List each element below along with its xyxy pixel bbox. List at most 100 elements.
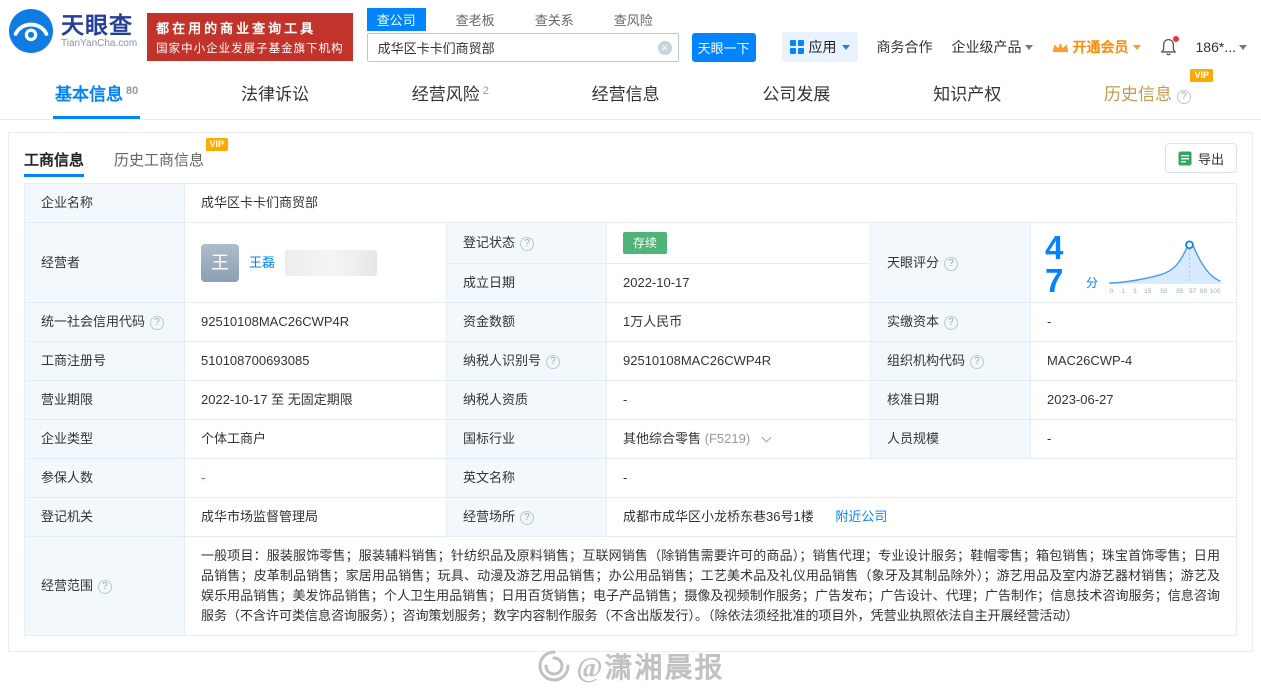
clear-icon[interactable]: [657, 41, 672, 55]
uscc-label: 统一社会信用代码: [24, 302, 185, 342]
tab-operation-info-label: 经营信息: [591, 85, 660, 104]
search-input[interactable]: [366, 33, 679, 62]
org-code-value: MAC26CWP-4: [1030, 341, 1237, 381]
tab-company-development[interactable]: 公司发展: [760, 76, 832, 119]
established-date-value: 2022-10-17: [606, 263, 871, 303]
company-name-label: 企业名称: [24, 183, 185, 223]
score-distribution-chart: 0 1 3 15 50 85 97 99 100: [1109, 239, 1223, 294]
expand-chevron-icon[interactable]: [761, 432, 772, 443]
tab-basic-info[interactable]: 基本信息 80: [53, 76, 141, 119]
chevron-down-icon: [1239, 45, 1247, 54]
subtab-business-registration[interactable]: 工商信息: [24, 134, 85, 182]
nav-apps[interactable]: 应用: [781, 32, 858, 62]
business-address-label: 经营场所: [446, 497, 607, 537]
subtab-history-registration[interactable]: 历史工商信息 VIP: [114, 134, 229, 182]
nav-account-label: 186*...: [1195, 39, 1236, 55]
company-type-value: 个体工商户: [184, 419, 447, 459]
watermark: @潇湘晨报: [536, 646, 724, 686]
staff-size-label: 人员规模: [870, 419, 1031, 459]
industry-value: 其他综合零售 (F5219): [606, 419, 871, 459]
help-icon[interactable]: [970, 355, 985, 369]
help-icon[interactable]: [546, 355, 561, 369]
tianyan-score-cell[interactable]: 47 分 0 1 3 15 50 85 97 99 100: [1030, 222, 1237, 303]
tab-history-info-label: 历史信息: [1103, 85, 1172, 104]
table-row: 经营范围 一般项目：服装服饰零售；服装辅料销售；针纺织品及原料销售；互联网销售（…: [24, 536, 1237, 636]
nav-open-vip[interactable]: 开通会员: [1052, 37, 1141, 57]
redacted-blur: [285, 249, 378, 276]
paid-capital-value: -: [1030, 302, 1237, 342]
tab-legal-litigation[interactable]: 法律诉讼: [239, 76, 311, 119]
business-term-value: 2022-10-17 至 无固定期限: [184, 380, 447, 420]
industry-code: (F5219): [704, 431, 751, 446]
operator-avatar[interactable]: 王: [201, 243, 239, 282]
nearby-companies-link[interactable]: 附近公司: [835, 509, 887, 524]
registration-authority-value: 成华市场监督管理局: [184, 497, 447, 537]
help-icon[interactable]: [98, 580, 113, 594]
search-tab-boss[interactable]: 查老板: [446, 8, 505, 31]
slogan-banner: 都在用的商业查询工具 国家中小企业发展子基金旗下机构: [147, 13, 353, 61]
tab-intellectual-property[interactable]: 知识产权: [931, 76, 1003, 119]
help-icon[interactable]: [150, 316, 165, 330]
search-button[interactable]: 天眼一下: [691, 33, 756, 62]
help-icon[interactable]: [1176, 90, 1191, 104]
search-tab-risk[interactable]: 查风险: [604, 8, 663, 31]
tab-basic-info-count: 80: [126, 85, 139, 97]
tab-operation-info[interactable]: 经营信息: [590, 76, 662, 119]
status-badge: 存续: [623, 232, 668, 254]
label-text: 工商注册号: [41, 353, 107, 368]
label-text: 企业名称: [41, 195, 94, 210]
label-text: 统一社会信用代码: [41, 314, 146, 329]
insured-count-label: 参保人数: [24, 458, 185, 498]
taxpayer-qualification-label: 纳税人资质: [446, 380, 607, 420]
english-name-label: 英文名称: [446, 458, 607, 498]
company-section-tabs: 基本信息 80 法律诉讼 经营风险 2 经营信息 公司发展 知识产权 VIP 历史信…: [0, 69, 1261, 120]
operator-name-link[interactable]: 王磊: [249, 253, 275, 273]
industry-name: 其他综合零售: [623, 431, 702, 446]
nav-business-cooperation[interactable]: 商务合作: [877, 37, 933, 57]
label-text: 营业期限: [41, 392, 94, 407]
label-text: 人员规模: [887, 431, 940, 446]
taxpayer-id-label: 纳税人识别号: [446, 341, 607, 381]
tab-operation-risk[interactable]: 经营风险 2: [410, 76, 491, 119]
table-row: 企业名称 成华区卡卡们商贸部: [24, 183, 1237, 223]
svg-text:100: 100: [1210, 287, 1221, 294]
help-icon[interactable]: [944, 256, 959, 271]
crown-icon: [1052, 42, 1068, 52]
table-row: 登记机关 成华市场监督管理局 经营场所 成都市成华区小龙桥东巷36号1楼 附近公…: [24, 497, 1237, 537]
vip-badge: VIP: [205, 138, 229, 151]
tianyancha-logo[interactable]: 天眼查 TianYanCha.com: [8, 8, 137, 54]
watermark-swirl-icon: [538, 650, 569, 682]
org-code-label: 组织机构代码: [870, 341, 1031, 381]
search-tab-company[interactable]: 查公司: [366, 7, 426, 31]
notification-bell-icon[interactable]: [1160, 36, 1179, 56]
export-button[interactable]: 导出: [1164, 143, 1237, 173]
nav-enterprise-products[interactable]: 企业级产品: [952, 37, 1033, 57]
help-icon[interactable]: [944, 316, 959, 330]
table-row: 工商注册号 510108700693085 纳税人识别号 92510108MAC…: [24, 341, 1237, 381]
registration-number-label: 工商注册号: [24, 341, 185, 381]
label-text: 纳税人资质: [463, 392, 529, 407]
card-header: 工商信息 历史工商信息 VIP 导出: [9, 133, 1252, 183]
business-scope-value: 一般项目：服装服饰零售；服装辅料销售；针纺织品及原料销售；互联网销售（除销售需要…: [184, 536, 1237, 636]
capital-label: 资金数额: [446, 302, 607, 342]
svg-text:0: 0: [1110, 287, 1114, 294]
top-header: 天眼查 TianYanCha.com 都在用的商业查询工具 国家中小企业发展子基…: [0, 0, 1261, 64]
label-text: 登记状态: [463, 235, 516, 250]
help-icon[interactable]: [520, 511, 535, 525]
approval-date-value: 2023-06-27: [1030, 380, 1237, 420]
svg-text:3: 3: [1133, 287, 1137, 294]
table-row: 经营者 王 王磊 登记状态 存续 天眼评分 47 分: [24, 222, 1237, 303]
help-icon[interactable]: [520, 237, 535, 251]
label-text: 成立日期: [463, 275, 516, 290]
table-row: 企业类型 个体工商户 国标行业 其他综合零售 (F5219) 人员规模 -: [24, 419, 1237, 459]
nav-enterprise-label: 企业级产品: [951, 39, 1022, 55]
tab-history-info[interactable]: VIP 历史信息: [1102, 69, 1213, 119]
search-tab-relation[interactable]: 查关系: [525, 8, 584, 31]
notification-dot: [1172, 36, 1179, 42]
staff-size-value: -: [1030, 419, 1237, 459]
label-text: 企业类型: [41, 431, 94, 446]
nav-account[interactable]: 186*...: [1196, 39, 1247, 55]
slogan-line1: 都在用的商业查询工具: [156, 21, 317, 36]
registration-status-label: 登记状态: [446, 222, 607, 264]
paid-capital-label: 实缴资本: [870, 302, 1031, 342]
